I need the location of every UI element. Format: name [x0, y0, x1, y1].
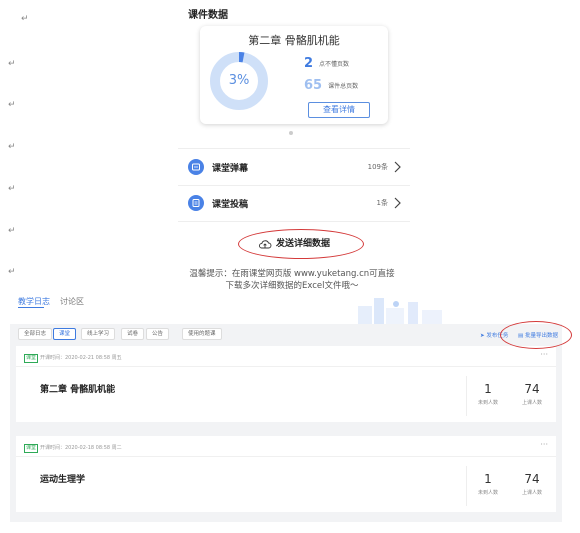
more-options-icon[interactable]: ··· [540, 440, 548, 449]
chip-classroom[interactable]: 课堂 [53, 328, 77, 340]
lesson-start-time: 开课时间：2020-02-21 08:58 周五 [40, 355, 122, 361]
chip-all-logs[interactable]: 全部日志 [18, 328, 53, 340]
paragraph-mark: ↵ [8, 142, 16, 152]
unread-pages-stat: 2 点不懂页数 [304, 56, 349, 71]
annotation-circle [500, 321, 572, 349]
courseware-card: 第二章 骨骼肌机能 3% 2 点不懂页数 65 课件总页数 查看详情 [200, 26, 388, 124]
tip-text: 温馨提示：在雨课堂网页版 www.yuketang.cn可直接 下载多次详细数据… [186, 268, 398, 292]
absent-metric: 1 未到人数 [464, 382, 512, 406]
pager-dot [289, 131, 293, 135]
tab-teaching-log[interactable]: 教学日志 [18, 296, 50, 307]
active-tab-indicator [18, 307, 44, 308]
chevron-right-icon [394, 161, 401, 173]
more-options-icon[interactable]: ··· [540, 350, 548, 359]
view-details-button[interactable]: 查看详情 [308, 102, 370, 118]
chevron-right-icon [394, 197, 401, 209]
tip-line: 下载多次详细数据的Excel文件哦～ [225, 281, 359, 291]
present-label: 上课人数 [521, 400, 542, 406]
absent-count: 1 [484, 472, 492, 486]
section-title: 课件数据 [188, 10, 228, 21]
present-metric: 74 上课人数 [508, 382, 556, 406]
paragraph-mark: ↵ [8, 267, 16, 277]
present-count: 74 [524, 382, 540, 396]
paragraph-mark: ↵ [21, 14, 29, 24]
skyline-illustration [358, 298, 442, 326]
mobile-courseware-screen: 课件数据 第二章 骨骼肌机能 3% 2 点不懂页数 65 课件总页数 查看详情 课堂… [178, 0, 410, 262]
submission-icon [188, 195, 204, 211]
divider [178, 148, 410, 149]
chip-announcement[interactable]: 公告 [146, 328, 170, 340]
absent-count: 1 [484, 382, 492, 396]
submissions-row[interactable]: 课堂投稿 1条 [178, 186, 410, 220]
lesson-type-badge: 课堂 [24, 354, 39, 363]
unread-pages-count: 2 [304, 56, 314, 71]
progress-percent: 3% [228, 73, 250, 88]
paragraph-mark: ↵ [8, 59, 16, 69]
danmaku-row[interactable]: 课堂弹幕 109条 [178, 150, 410, 184]
web-teaching-log: 教学日志 讨论区 全部日志 课堂 线上学习 试卷 公告 使用的题课 ➤ 发布任务… [10, 292, 562, 522]
divider [16, 366, 556, 367]
danmaku-count: 109条 [367, 163, 388, 171]
lesson-title[interactable]: 运动生理学 [40, 472, 85, 485]
divider [16, 456, 556, 457]
absent-metric: 1 未到人数 [464, 472, 512, 496]
present-metric: 74 上课人数 [508, 472, 556, 496]
paragraph-mark: ↵ [8, 184, 16, 194]
danmaku-label: 课堂弹幕 [212, 164, 249, 174]
divider [178, 221, 410, 222]
absent-label: 未到人数 [477, 490, 498, 496]
chip-used-questions[interactable]: 使用的题课 [182, 328, 222, 340]
tab-discussion[interactable]: 讨论区 [60, 296, 84, 307]
paragraph-mark: ↵ [8, 100, 16, 110]
unread-pages-label: 点不懂页数 [319, 61, 350, 68]
total-pages-count: 65 [304, 78, 323, 93]
lesson-start-time: 开课时间：2020-02-18 08:58 周二 [40, 445, 122, 451]
log-content-area: 全部日志 课堂 线上学习 试卷 公告 使用的题课 ➤ 发布任务 ▤ 批量导出数据… [10, 324, 562, 522]
courseware-title: 第二章 骨骼肌机能 [248, 34, 340, 47]
total-pages-label: 课件总页数 [328, 83, 359, 90]
lesson-card[interactable]: 课堂 开课时间：2020-02-18 08:58 周二 ··· 运动生理学 1 … [16, 436, 556, 512]
lesson-title[interactable]: 第二章 骨骼肌机能 [40, 382, 115, 395]
lesson-card[interactable]: 课堂 开课时间：2020-02-21 08:58 周五 ··· 第二章 骨骼肌机… [16, 346, 556, 422]
present-label: 上课人数 [521, 490, 542, 496]
paragraph-mark: ↵ [8, 226, 16, 236]
annotation-circle [238, 229, 364, 259]
total-pages-stat: 65 课件总页数 [304, 78, 358, 93]
chip-online-learning[interactable]: 线上学习 [81, 328, 116, 340]
present-count: 74 [524, 472, 540, 486]
submissions-label: 课堂投稿 [212, 200, 249, 210]
lesson-type-badge: 课堂 [24, 444, 39, 453]
chip-exam[interactable]: 试卷 [121, 328, 145, 340]
tip-line: 温馨提示：在雨课堂网页版 www.yuketang.cn可直接 [189, 269, 395, 279]
absent-label: 未到人数 [477, 400, 498, 406]
submissions-count: 1条 [376, 199, 388, 207]
danmaku-icon [188, 159, 204, 175]
